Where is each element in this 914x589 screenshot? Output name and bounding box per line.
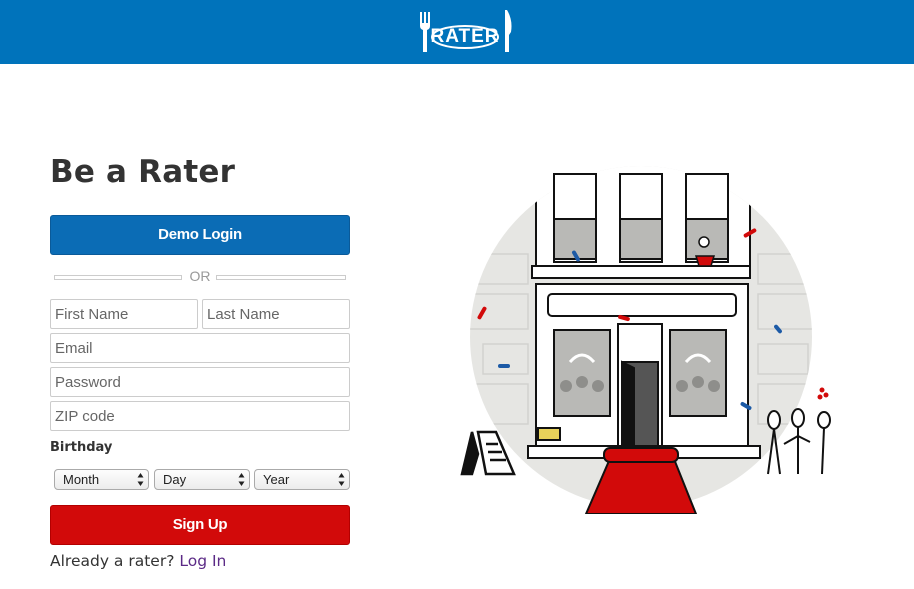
month-select[interactable]: Month (54, 469, 149, 490)
divider-line-right (216, 275, 346, 280)
day-select[interactable]: Day (154, 469, 250, 490)
select-arrows-icon (238, 473, 245, 486)
sign-up-button[interactable]: Sign Up (50, 505, 350, 545)
select-arrows-icon (338, 473, 345, 486)
page-title: Be a Rater (50, 154, 236, 190)
top-navbar: RATER (0, 0, 914, 64)
zip-code-field[interactable] (50, 401, 350, 431)
birthday-label: Birthday (50, 440, 113, 455)
month-select-value: Month (63, 472, 100, 487)
or-text: OR (189, 268, 211, 284)
last-name-field[interactable] (202, 299, 350, 329)
select-arrows-icon (137, 473, 144, 486)
year-select[interactable]: Year (254, 469, 350, 490)
or-divider: OR (54, 267, 346, 285)
rater-logo[interactable]: RATER (418, 6, 514, 54)
login-prompt-text: Already a rater? (50, 552, 175, 570)
log-in-link[interactable]: Log In (179, 552, 226, 570)
first-name-field[interactable] (50, 299, 198, 329)
password-field[interactable] (50, 367, 350, 397)
restaurant-storefront-illustration (460, 166, 831, 514)
demo-login-button[interactable]: Demo Login (50, 215, 350, 255)
login-prompt: Already a rater? Log In (50, 552, 226, 570)
year-select-value: Year (263, 472, 290, 487)
svg-text:RATER: RATER (430, 26, 499, 47)
divider-line-left (54, 275, 182, 280)
day-select-value: Day (163, 472, 187, 487)
email-field[interactable] (50, 333, 350, 363)
